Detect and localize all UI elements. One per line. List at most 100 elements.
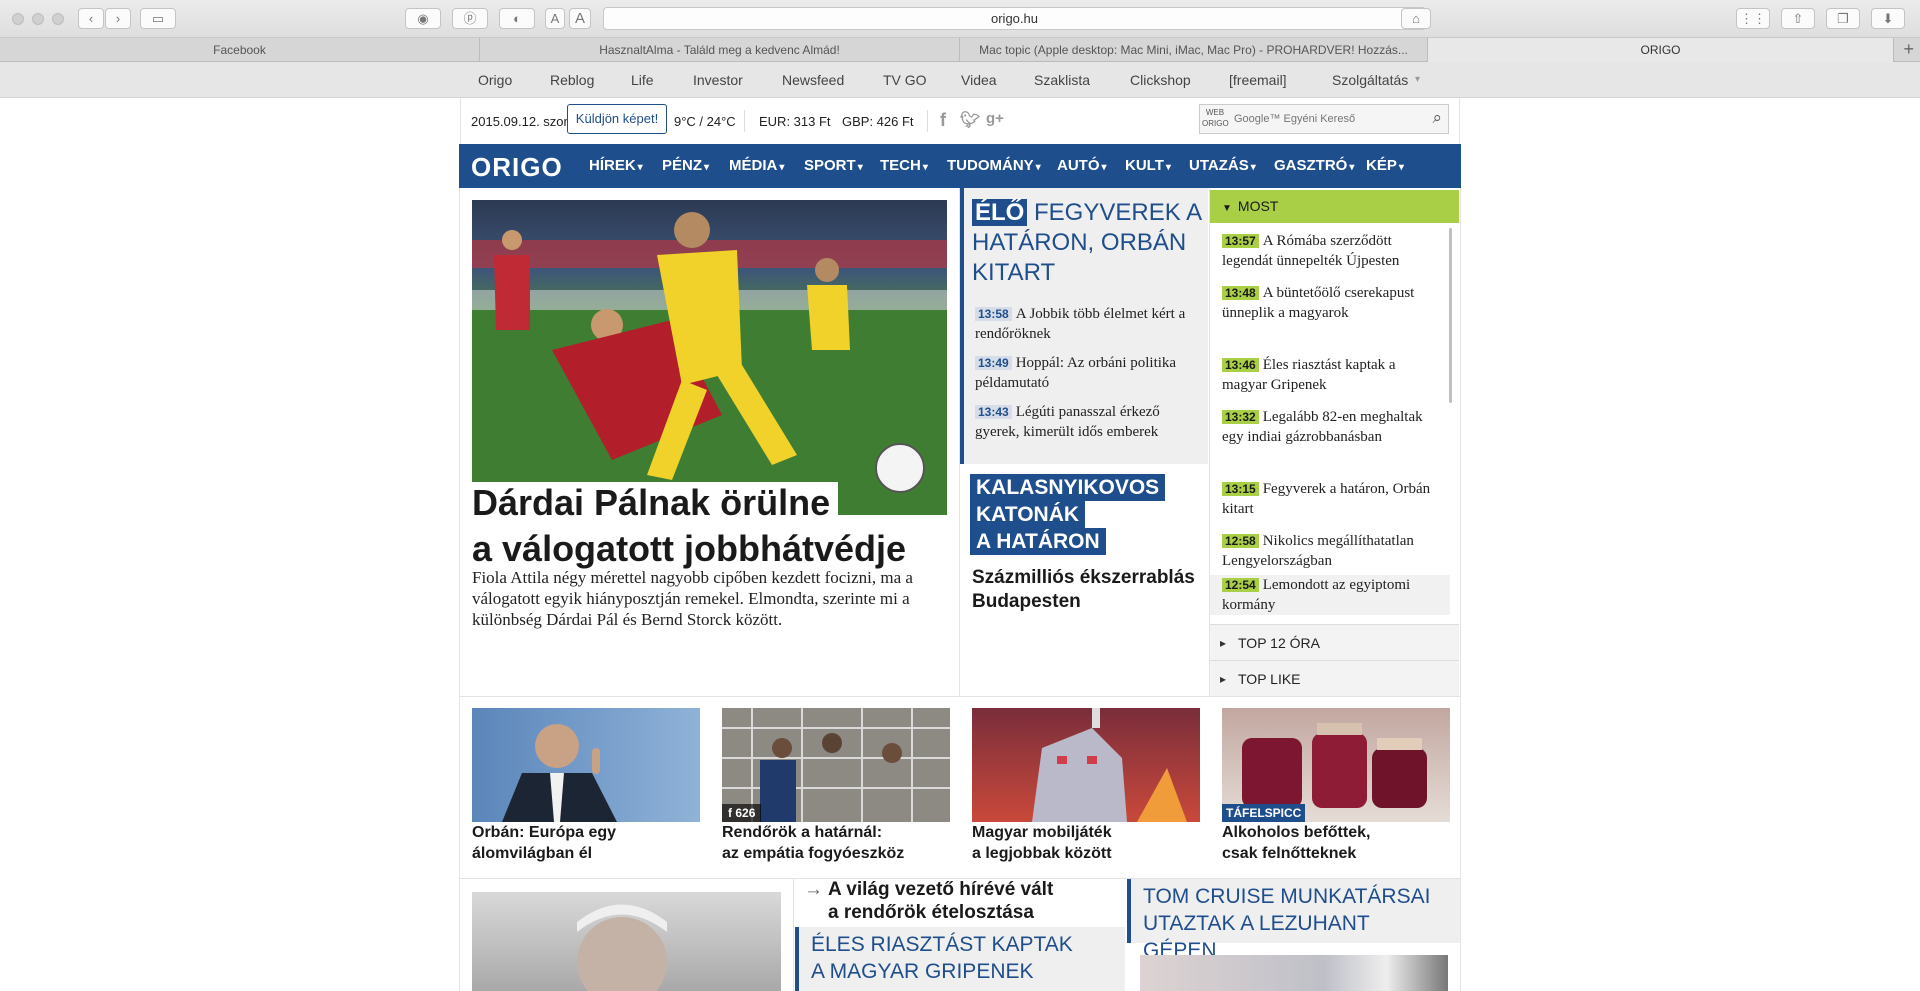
pinterest-icon: ⓟ: [463, 11, 477, 26]
privacy-button[interactable]: ◐: [499, 8, 535, 29]
nav-penz[interactable]: PÉNZ: [662, 144, 709, 188]
live-item-time: 13:49: [975, 356, 1012, 370]
tab-origo[interactable]: ORIGO: [1428, 38, 1894, 62]
site-nav-investor[interactable]: Investor: [693, 62, 743, 98]
extension-button-1[interactable]: ◉: [405, 8, 441, 29]
site-nav-reblog[interactable]: Reblog: [550, 62, 594, 98]
search-box: WEB ORIGO ⌕: [1199, 104, 1449, 134]
new-tab-button[interactable]: +: [1903, 38, 1914, 60]
nav-tech[interactable]: TECH: [880, 144, 928, 188]
share-count: 626: [735, 806, 756, 820]
thumbnail-caption[interactable]: Alkoholos befőttek, csak felnőtteknek: [1222, 822, 1450, 864]
hero-photo[interactable]: [472, 200, 947, 515]
minimize-window-button[interactable]: [32, 13, 44, 25]
list-item[interactable]: 13:57 A Rómába szerződött legendát ünnepe…: [1222, 231, 1442, 271]
most-scrollbar[interactable]: [1449, 228, 1452, 403]
search-input[interactable]: [1234, 108, 1414, 130]
site-nav-tvgo[interactable]: TV GO: [883, 62, 927, 98]
list-item[interactable]: 13:15 Fegyverek a határon, Orbán kitart: [1222, 479, 1442, 519]
site-nav-clickshop[interactable]: Clickshop: [1130, 62, 1191, 98]
site-nav-origo[interactable]: Origo: [478, 62, 512, 98]
nav-tudomany[interactable]: TUDOMÁNY: [947, 144, 1041, 188]
url-text: origo.hu: [991, 11, 1038, 26]
thumbnail-caption[interactable]: Rendőrök a határnál: az empátia fogyóeszk…: [722, 822, 950, 864]
shield-icon: ◐: [513, 11, 521, 26]
top-sites-button[interactable]: ⋮⋮: [1736, 8, 1770, 29]
thumbnail-caption[interactable]: Orbán: Európa egy álomvilágban él: [472, 822, 700, 864]
twitter-icon[interactable]: 🐦︎: [960, 110, 980, 130]
tab-hasznaltalma[interactable]: HasznaltAlma - Találd meg a kedvenc Almá…: [480, 38, 960, 62]
nav-media[interactable]: MÉDIA: [729, 144, 784, 188]
nav-auto[interactable]: AUTÓ: [1057, 144, 1107, 188]
share-button[interactable]: ⇧: [1781, 8, 1815, 29]
tab-overview-button[interactable]: ❐: [1826, 8, 1860, 29]
arrow-headline[interactable]: → A világ vezető hírévé vált a rendőrök é…: [804, 878, 1104, 924]
tom-cruise-headline[interactable]: TOM CRUISE MUNKATÁRSAI UTAZTAK A LEZUHANT…: [1127, 879, 1460, 962]
close-window-button[interactable]: [12, 13, 24, 25]
site-nav-newsfeed[interactable]: Newsfeed: [782, 62, 844, 98]
home-button[interactable]: ⌂: [1401, 8, 1431, 29]
most-header[interactable]: ▼ MOST: [1210, 190, 1459, 223]
secondary-headline[interactable]: Százmilliós ékszerrablás Budapesten: [972, 566, 1202, 614]
thumbnail-border-police[interactable]: f 626: [722, 708, 950, 822]
list-item[interactable]: 12:54 Lemondott az egyiptomi kormány: [1210, 575, 1450, 615]
origo-logo[interactable]: ORIGO: [471, 152, 563, 183]
nav-utazas[interactable]: UTAZÁS: [1189, 144, 1256, 188]
site-nav-szaklista[interactable]: Szaklista: [1034, 62, 1090, 98]
nav-hirek[interactable]: HÍREK: [589, 144, 643, 188]
tab-facebook[interactable]: Facebook: [0, 38, 480, 62]
send-photo-button[interactable]: Küldjön képet!: [567, 104, 667, 134]
nav-sport[interactable]: SPORT: [804, 144, 863, 188]
nav-kult[interactable]: KULT: [1125, 144, 1171, 188]
share-icon: ⇧: [1792, 11, 1804, 26]
font-larger-button[interactable]: A: [569, 8, 591, 29]
site-nav-videa[interactable]: Videa: [961, 62, 997, 98]
tab-bar: Facebook HasznaltAlma - Találd meg a ked…: [0, 38, 1920, 62]
thumbnail-mobile-game[interactable]: [972, 708, 1200, 822]
google-plus-icon[interactable]: g+: [986, 110, 1004, 127]
tab-prohardver[interactable]: Mac topic (Apple desktop: Mac Mini, iMac…: [960, 38, 1428, 62]
top-like-toggle[interactable]: TOP LIKE: [1210, 660, 1459, 697]
site-nav-freemail[interactable]: [freemail]: [1229, 62, 1287, 98]
thumbnail-orban[interactable]: [472, 708, 700, 822]
font-smaller-button[interactable]: A: [545, 8, 565, 29]
list-item-time: 13:32: [1222, 410, 1259, 424]
pinterest-button[interactable]: ⓟ: [452, 8, 488, 29]
thumbnail-caption-line1: Rendőrök a határnál:: [722, 824, 883, 841]
hero-headline[interactable]: Dárdai Pálnak örülne a válogatott jobbhá…: [472, 480, 915, 572]
site-nav-life[interactable]: Life: [631, 62, 654, 98]
bottom-article-photo[interactable]: [472, 892, 781, 991]
thumbnail-caption-line1: Magyar mobiljáték: [972, 824, 1112, 841]
address-bar[interactable]: origo.hu ↻: [603, 7, 1426, 30]
origo-label: ORIGO: [1202, 119, 1229, 128]
list-item[interactable]: 13:46 Éles riasztást kaptak a magyar Grip…: [1222, 355, 1442, 395]
nav-gasztro[interactable]: GASZTRÓ: [1274, 144, 1354, 188]
zoom-window-button[interactable]: [52, 13, 64, 25]
category-badge[interactable]: TÁFELSPICC: [1222, 804, 1306, 822]
sidebar-button[interactable]: ▭: [140, 8, 176, 29]
facebook-icon[interactable]: f: [940, 110, 946, 131]
nav-kep[interactable]: KÉP: [1366, 144, 1404, 188]
live-headline[interactable]: ÉLŐ FEGYVEREK A HATÁRON, ORBÁN KITART: [972, 198, 1202, 288]
live-item[interactable]: 13:49 Hoppál: Az orbáni politika példamut…: [975, 353, 1195, 393]
back-button[interactable]: ‹: [78, 8, 104, 29]
web-origo-toggle[interactable]: WEB ORIGO: [1202, 107, 1229, 129]
search-icon[interactable]: ⌕: [1432, 108, 1442, 128]
downloads-button[interactable]: ⬇: [1871, 8, 1905, 29]
facebook-share-count[interactable]: f 626: [722, 804, 762, 822]
live-item[interactable]: 13:43 Légúti panasszal érkező gyerek, kim…: [975, 402, 1195, 442]
list-item[interactable]: 12:58 Nikolics megállíthatatlan Lengyelor…: [1222, 531, 1442, 571]
site-nav-szolgaltatas[interactable]: Szolgáltatás: [1332, 62, 1408, 98]
top-12-hours-toggle[interactable]: TOP 12 ÓRA: [1210, 624, 1459, 661]
gripen-headline[interactable]: ÉLES RIASZTÁST KAPTAK A MAGYAR GRIPENEK: [795, 927, 1125, 991]
tom-cruise-photo[interactable]: [1140, 955, 1448, 991]
list-item[interactable]: 13:48 A büntetőölő cserekapust ünneplik a…: [1222, 283, 1442, 323]
live-item[interactable]: 13:58 A Jobbik több élelmet kért a rendőr…: [975, 304, 1195, 344]
forward-button[interactable]: ›: [105, 8, 131, 29]
thumbnail-caption[interactable]: Magyar mobiljáték a legjobbak között: [972, 822, 1200, 864]
live-badge: ÉLŐ: [972, 199, 1028, 226]
most-list: 13:57 A Rómába szerződött legendát ünnepe…: [1210, 223, 1459, 623]
feature-headline[interactable]: KALASNYIKOVOS KATONÁK A HATÁRON: [970, 474, 1166, 555]
list-item[interactable]: 13:32 Legalább 82-en meghaltak egy indiai…: [1222, 407, 1442, 447]
thumbnail-jars[interactable]: TÁFELSPICC: [1222, 708, 1450, 822]
